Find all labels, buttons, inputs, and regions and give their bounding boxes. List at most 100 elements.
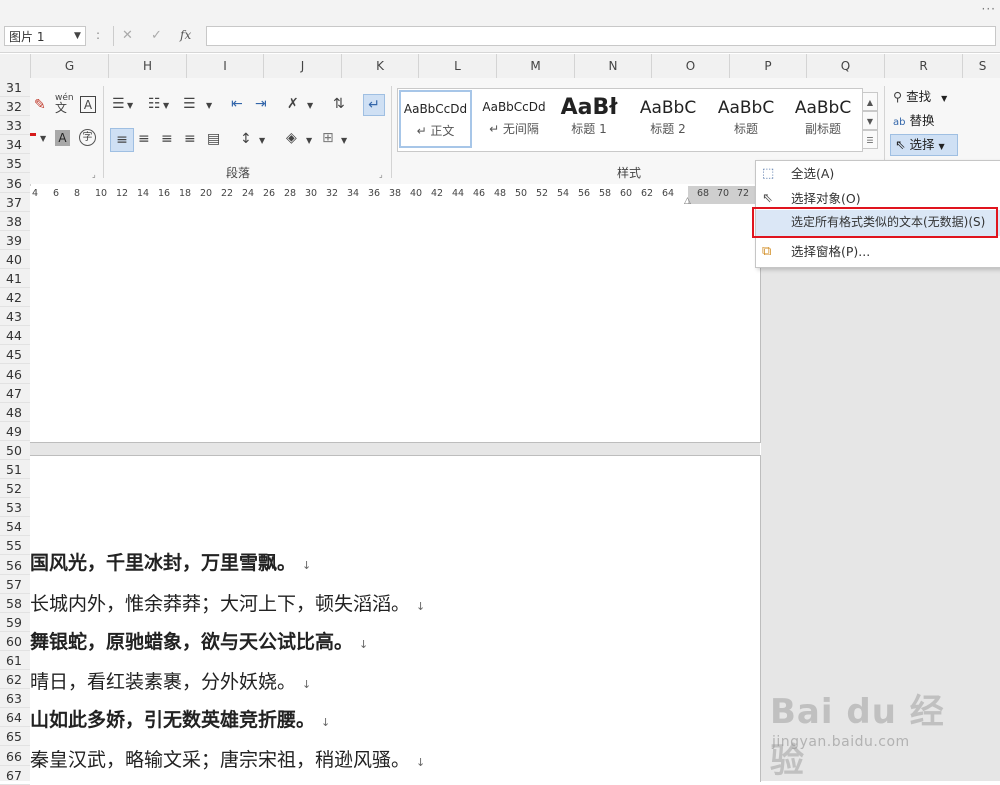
- character-shading-icon[interactable]: A: [55, 130, 70, 146]
- align-left-icon[interactable]: ≡: [110, 128, 134, 152]
- row-header[interactable]: 44: [0, 326, 30, 346]
- bullet-list-icon[interactable]: ☰: [112, 96, 125, 112]
- row-header[interactable]: 48: [0, 403, 30, 422]
- row-header[interactable]: 43: [0, 307, 30, 327]
- document-page-upper[interactable]: [30, 204, 761, 443]
- style-heading-2[interactable]: AaBbC 标题 2: [630, 90, 706, 148]
- select-button-content[interactable]: ⇖ 选择 ▼: [895, 135, 945, 155]
- more-options-icon[interactable]: ···: [982, 2, 996, 16]
- column-header[interactable]: M: [496, 54, 574, 78]
- column-header[interactable]: P: [729, 54, 806, 78]
- font-dialog-launcher-icon[interactable]: ⌟: [92, 167, 96, 183]
- row-header[interactable]: 40: [0, 250, 30, 269]
- row-header[interactable]: 66: [0, 747, 30, 766]
- chevron-down-icon[interactable]: ▼: [206, 98, 212, 114]
- row-header[interactable]: 64: [0, 708, 30, 728]
- column-header[interactable]: G: [30, 54, 108, 78]
- chevron-down-icon[interactable]: ▼: [40, 131, 46, 147]
- column-header[interactable]: O: [651, 54, 729, 78]
- align-right-icon[interactable]: ≡: [161, 131, 173, 147]
- show-marks-icon[interactable]: ↵: [363, 94, 385, 116]
- replace-button[interactable]: ab 替换: [893, 111, 934, 131]
- poem-line[interactable]: 舞银蛇，原驰蜡象，欲与天公试比高。 ↓: [30, 627, 368, 654]
- column-header[interactable]: S: [962, 54, 1000, 78]
- row-header[interactable]: 47: [0, 384, 30, 403]
- row-header[interactable]: 35: [0, 154, 30, 174]
- chevron-down-icon[interactable]: ▼: [259, 133, 265, 149]
- styles-scroll-up-icon[interactable]: ▲: [862, 92, 878, 111]
- row-header[interactable]: 31: [0, 78, 30, 97]
- sort-icon[interactable]: ⇅: [333, 96, 345, 112]
- column-header[interactable]: Q: [806, 54, 884, 78]
- enter-icon[interactable]: ✓: [151, 28, 162, 43]
- document-page-lower[interactable]: [30, 455, 761, 782]
- row-header[interactable]: 51: [0, 460, 30, 479]
- poem-line[interactable]: 山如此多娇，引无数英雄竞折腰。 ↓: [30, 705, 330, 732]
- chinese-layout-icon[interactable]: ✗: [287, 96, 299, 112]
- row-header[interactable]: 46: [0, 365, 30, 384]
- row-header[interactable]: 45: [0, 345, 30, 365]
- cancel-icon[interactable]: ✕: [122, 28, 133, 43]
- chevron-down-icon[interactable]: ▼: [341, 133, 347, 149]
- row-header[interactable]: 33: [0, 116, 30, 136]
- column-header[interactable]: R: [884, 54, 962, 78]
- style-subtitle[interactable]: AaBbC 副标题: [786, 90, 860, 148]
- column-header[interactable]: K: [341, 54, 418, 78]
- chevron-down-icon[interactable]: ▼: [307, 98, 313, 114]
- style-normal[interactable]: AaBbCcDd ↵ 正文: [399, 90, 472, 148]
- style-no-spacing[interactable]: AaBbCcDd ↵ 无间隔: [476, 90, 552, 148]
- decrease-indent-icon[interactable]: ⇤: [231, 96, 243, 112]
- column-header[interactable]: H: [108, 54, 186, 78]
- distributed-icon[interactable]: ▤: [207, 131, 220, 147]
- row-header[interactable]: 42: [0, 288, 30, 308]
- row-header[interactable]: 50: [0, 441, 30, 460]
- column-header[interactable]: L: [418, 54, 496, 78]
- row-header[interactable]: 49: [0, 422, 30, 441]
- chevron-down-icon[interactable]: ▼: [127, 98, 133, 114]
- enclosed-character-icon[interactable]: 字: [79, 129, 96, 146]
- row-header[interactable]: 61: [0, 651, 30, 670]
- row-header[interactable]: 37: [0, 193, 30, 212]
- row-header[interactable]: 52: [0, 479, 30, 499]
- borders-icon[interactable]: ⊞: [322, 130, 334, 146]
- clear-format-icon[interactable]: ✎: [34, 97, 46, 113]
- column-header[interactable]: I: [186, 54, 263, 78]
- poem-line[interactable]: 晴日，看红装素裹，分外妖娆。 ↓: [30, 667, 311, 694]
- row-header[interactable]: 62: [0, 670, 30, 690]
- row-header[interactable]: 65: [0, 727, 30, 747]
- menu-item-selection-pane[interactable]: ⧉ 选择窗格(P)...: [756, 239, 1000, 264]
- styles-more-icon[interactable]: ☰: [862, 130, 878, 149]
- poem-line[interactable]: 国风光，千里冰封，万里雪飘。 ↓: [30, 548, 311, 575]
- numbered-list-icon[interactable]: ☷: [148, 96, 161, 112]
- font-color-swatch[interactable]: [30, 133, 36, 136]
- insert-function-icon[interactable]: fx: [180, 28, 191, 42]
- column-header[interactable]: J: [263, 54, 341, 78]
- row-header[interactable]: 38: [0, 212, 30, 231]
- row-header[interactable]: 41: [0, 269, 30, 288]
- style-title[interactable]: AaBbC 标题: [708, 90, 784, 148]
- multilevel-list-icon[interactable]: ☰: [183, 96, 196, 112]
- align-center-icon[interactable]: ≡: [138, 131, 150, 147]
- row-header[interactable]: 67: [0, 766, 30, 785]
- phonetic-guide-icon[interactable]: wén 文: [55, 93, 74, 115]
- row-header[interactable]: 59: [0, 613, 30, 632]
- styles-scroll-down-icon[interactable]: ▼: [862, 111, 878, 130]
- row-header[interactable]: 56: [0, 556, 30, 575]
- chevron-down-icon[interactable]: ▼: [74, 27, 81, 45]
- find-button[interactable]: ⚲ 查找 ▼: [893, 87, 947, 107]
- row-header[interactable]: 63: [0, 689, 30, 709]
- column-header[interactable]: N: [574, 54, 651, 78]
- increase-indent-icon[interactable]: ⇥: [255, 96, 267, 112]
- shading-icon[interactable]: ◈: [286, 130, 297, 146]
- row-header[interactable]: 58: [0, 594, 30, 613]
- style-heading-1[interactable]: AaBł 标题 1: [556, 90, 622, 148]
- poem-line[interactable]: 长城内外，惟余莽莽；大河上下，顿失滔滔。 ↓: [30, 589, 425, 616]
- row-header[interactable]: 55: [0, 536, 30, 556]
- row-header[interactable]: 53: [0, 498, 30, 518]
- justify-icon[interactable]: ≡: [184, 131, 196, 147]
- row-header[interactable]: 54: [0, 517, 30, 537]
- paragraph-dialog-launcher-icon[interactable]: ⌟: [379, 167, 383, 183]
- character-border-icon[interactable]: A: [80, 96, 96, 113]
- poem-line[interactable]: 秦皇汉武，略输文采；唐宗宋祖，稍逊风骚。 ↓: [30, 745, 425, 772]
- line-spacing-icon[interactable]: ↕: [240, 131, 252, 147]
